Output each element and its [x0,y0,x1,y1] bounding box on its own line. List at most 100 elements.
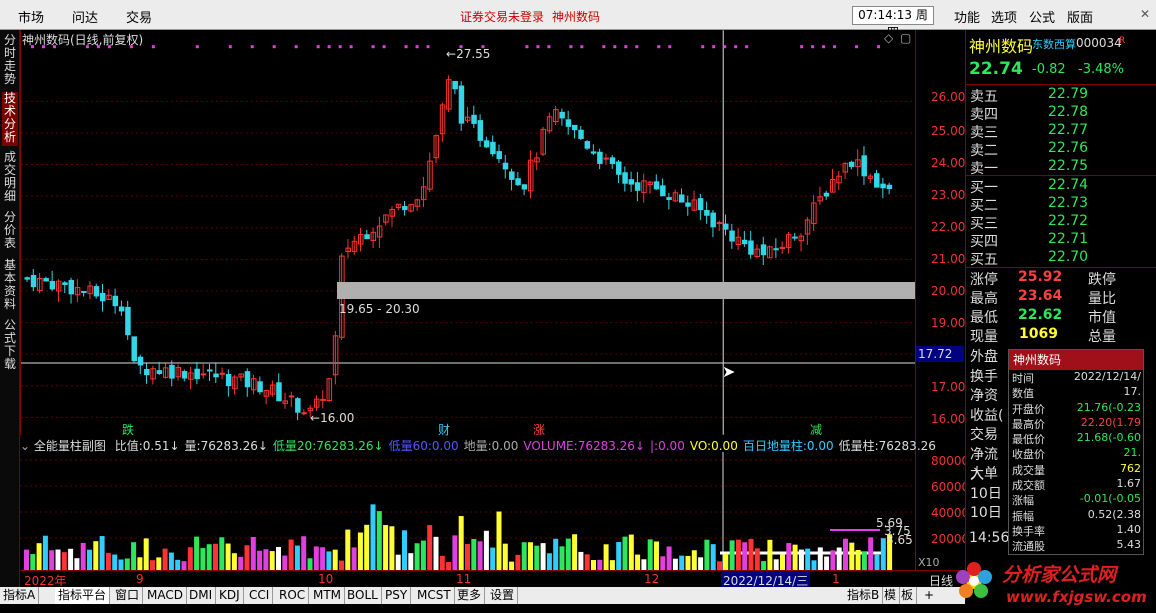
tab-formula-download[interactable]: 公式下载 [2,319,18,373]
stat-value: 22.62 [1018,307,1063,323]
volume-bar [483,530,489,570]
signal-dot [668,45,672,49]
volume-bar [339,560,344,570]
volume-bar [427,525,433,570]
tab-roc[interactable]: ROC [276,587,310,604]
sub-collapse-icon[interactable]: ⌄ [20,439,34,453]
collapse-icon[interactable]: ▢ [900,31,911,45]
tab-indicator-a[interactable]: 指标A [0,587,40,604]
stat-row: 最低 22.62 市值 [970,307,1150,327]
volume-bar [805,548,811,570]
tab-trade-detail[interactable]: 成交明细 [2,151,18,205]
candle-body [502,162,509,170]
info-label: 大单 [970,466,998,482]
y-tick: 25.00 [931,124,966,138]
candle-body [666,197,672,200]
tab-dmi[interactable]: DMI [186,587,217,604]
sub-item-label: 低量60: [388,439,432,453]
candle-body [257,381,263,393]
tab-price-table[interactable]: 分价表 [2,211,18,253]
ask-row: 卖四 22.78 [970,104,1150,124]
menu-wenda[interactable]: 问达 [72,7,98,26]
candle-body [24,277,30,280]
close-icon[interactable]: ✕ [1140,7,1150,21]
panel-price: 22.74 [969,59,1023,79]
candle-body [471,114,477,124]
volume-bar [439,555,445,570]
bid-price: 22.72 [1048,213,1089,229]
info-row: 换手 [970,366,1010,386]
vol-tick: 20000 [931,532,970,546]
tab-more[interactable]: 更多 [454,587,486,604]
volume-bar [105,552,111,570]
candle-body [748,240,754,255]
diamond-icon[interactable]: ◇ [884,31,893,45]
volume-bar [244,545,250,570]
volume-bar [118,559,124,570]
sub-chart-name[interactable]: 全能量柱副图 [34,439,106,453]
high-label: ←27.55 [446,47,491,61]
panel-rq-badge: R [1119,36,1126,46]
volume-bar [635,554,641,570]
volume-bar [313,546,319,570]
volume-bar [465,543,470,570]
volume-bar [238,556,244,570]
candle-body [320,398,326,401]
candle-body [295,398,301,413]
y-tick: 16.00 [931,412,966,426]
tab-mtm[interactable]: MTM [310,587,346,604]
sub-item-label: 低量20: [272,439,317,453]
volume-bar [383,525,389,570]
sub-item-value: 0.51 [142,439,170,453]
popup-label: 成交额 [1012,479,1045,493]
tab-template-2[interactable]: 板 [898,587,918,604]
tab-technical[interactable]: 技术分析 [2,92,18,146]
volume-bar [276,546,281,570]
candle-body [823,192,830,197]
tab-indicator-b[interactable]: 指标B [844,587,884,604]
tab-intraday[interactable]: 分时走势 [2,34,18,86]
tab-psy[interactable]: PSY [382,587,412,604]
signal-dot [712,45,716,49]
menu-layout[interactable]: 版面 [1067,7,1093,26]
menu-function[interactable]: 功能 [954,7,980,26]
candle-body [628,179,635,185]
tab-window[interactable]: 窗口 [112,587,144,604]
menu-trade[interactable]: 交易 [126,7,152,26]
tab-mcst[interactable]: MCST [414,587,455,604]
mouse-cursor-icon: ➤ [722,362,736,381]
volume-bar [836,547,842,570]
candle-body [169,364,175,379]
add-tab-button[interactable]: + [921,587,937,604]
candle-body [131,336,137,362]
menu-options[interactable]: 选项 [991,7,1017,26]
tab-kdj[interactable]: KDJ [216,587,244,604]
sub-item-value: 0.00 [431,439,459,453]
volume-subchart[interactable] [20,452,915,570]
tab-indicator-platform[interactable]: 指标平台 [55,587,111,604]
tab-macd[interactable]: MACD [144,587,187,604]
popup-value: 2022/12/14/ [1073,370,1141,383]
chart-title: 神州数码(日线,前复权) [22,33,144,47]
volume-bar [219,537,225,570]
y-tick: 17.00 [931,380,966,394]
candle-body [571,124,578,131]
tab-cci[interactable]: CCI [246,587,274,604]
candle-body [678,194,685,203]
candlestick-chart[interactable] [20,30,915,435]
signal-dot [811,45,815,49]
volume-bar [534,545,540,570]
sub-chart-info: ⌄ 全能量柱副图 比值:0.51↓ 量:76283.26↓ 低量20:76283.2… [20,437,936,453]
menu-market[interactable]: 市场 [18,7,44,26]
x-label: 1 [832,572,840,586]
menu-formula[interactable]: 公式 [1029,7,1055,26]
signal-dot [536,45,540,49]
volume-bar [61,552,67,570]
tab-settings[interactable]: 设置 [487,587,519,604]
trade-status-alert: 证券交易未登录 神州数码 [460,8,600,25]
panel-concept: 东数西算 [1032,38,1076,51]
tab-fundamentals[interactable]: 基本资料 [2,259,18,313]
info-row: 大单 [970,463,1010,483]
candle-body [874,173,880,188]
tab-boll[interactable]: BOLL [344,587,382,604]
